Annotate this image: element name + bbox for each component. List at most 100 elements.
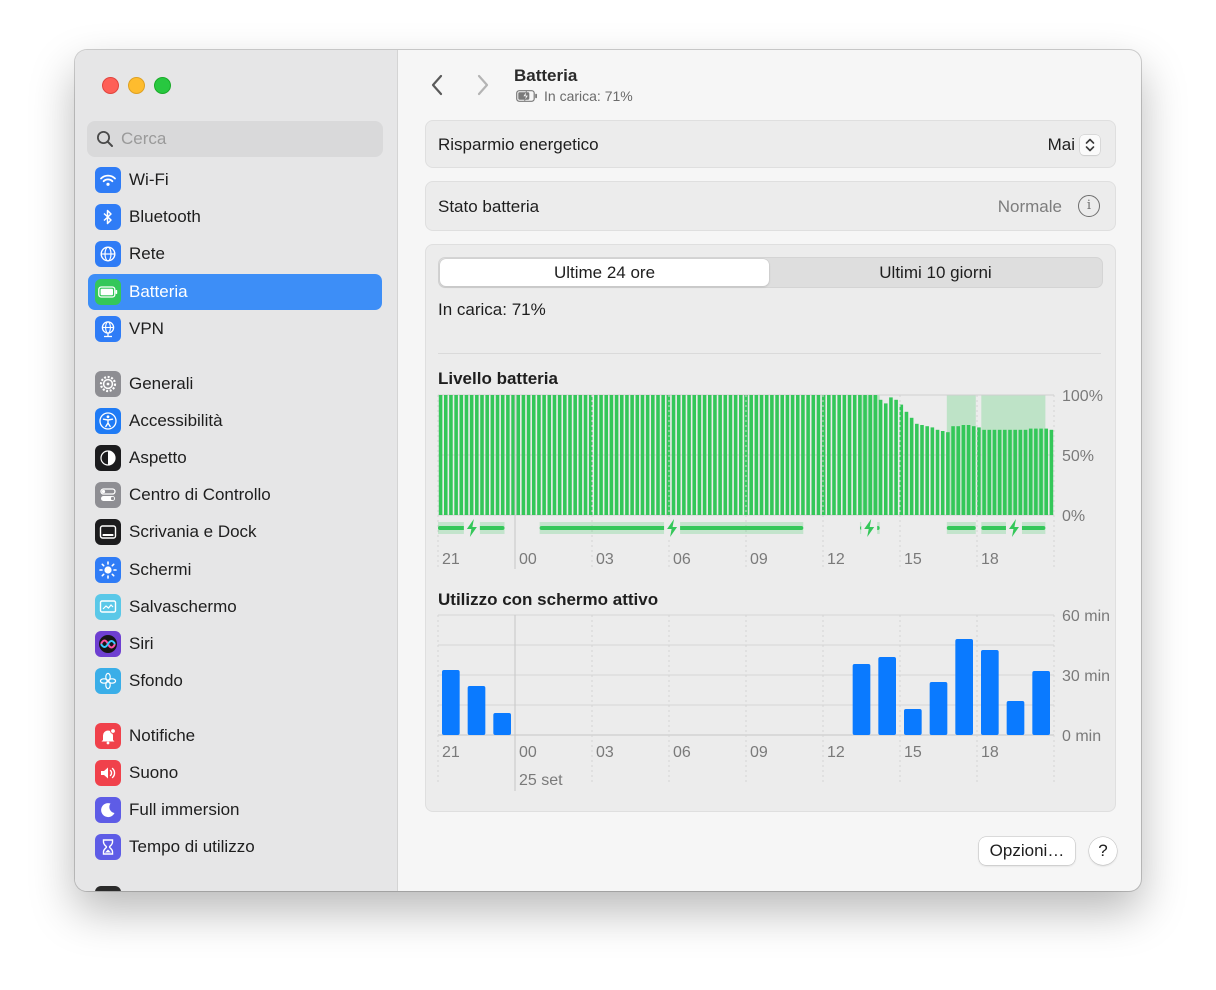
usage-x-tick: 21 [442,744,460,761]
battery-bar [449,395,453,515]
tab-last-10-days[interactable]: Ultimi 10 giorni [770,259,1101,286]
sidebar-item-salvaschermo[interactable]: Salvaschermo [88,589,382,625]
options-button[interactable]: Opzioni… [979,837,1075,865]
battery-bar [971,426,976,515]
help-button[interactable]: ? [1089,837,1117,865]
battery-bar [883,403,888,515]
usage-x-tick: 12 [827,744,845,761]
close-window-button[interactable] [102,77,119,94]
sidebar-item-cutoff-icon [95,886,121,891]
sidebar-item-label: Siri [129,634,154,653]
usage-x-tick: 18 [981,744,999,761]
sidebar-item-wi-fi[interactable]: Wi-Fi [88,162,382,198]
battery-bar [594,395,598,515]
sidebar-item-batteria[interactable]: Batteria [88,274,382,310]
battery-bar [671,395,676,515]
battery-bar [873,395,878,515]
sidebar-item-label: Rete [129,244,165,263]
battery-bar [827,395,831,515]
battery-bar [733,395,738,515]
battery-bar [987,429,992,515]
sidebar-item-suono[interactable]: Suono [88,755,382,791]
search-input[interactable] [121,121,371,157]
sidebar-item-generali[interactable]: Generali [88,366,382,402]
usage-bar [955,639,973,735]
battery-bar [557,395,562,515]
battery-bar [464,395,469,515]
sidebar-item-scrivania-e-dock[interactable]: Scrivania e Dock [88,514,382,550]
usage-x-tick: 06 [673,744,691,761]
battery-bar [821,395,826,515]
battery-bar [930,427,935,515]
sidebar-item-aspetto[interactable]: Aspetto [88,440,382,476]
sun-icon [95,557,121,583]
speaker-icon [95,760,121,786]
accessibility-icon [95,408,121,434]
battery-bar [847,395,852,515]
battery-bar [1028,428,1033,515]
battery-bar [531,395,536,515]
sidebar-item-siri[interactable]: Siri [88,626,382,662]
sidebar-item-rete[interactable]: Rete [88,236,382,272]
energy-saver-value[interactable]: Mai [1048,135,1075,155]
sidebar-item-label: Accessibilità [129,411,223,430]
flower-icon [95,668,121,694]
battery-bar [842,395,847,515]
energy-saver-label: Risparmio energetico [438,135,599,154]
battery-bar [997,429,1002,515]
battery-bar [454,395,458,515]
battery-x-tick: 03 [596,551,614,568]
battery-bar [552,395,557,515]
battery-bar [666,395,671,515]
usage-bar [878,657,896,735]
back-button[interactable] [425,72,451,98]
battery-bar [516,395,521,515]
sidebar-item-sfondo[interactable]: Sfondo [88,663,382,699]
battery-bar [1039,428,1043,515]
forward-button[interactable] [470,72,496,98]
battery-bar [966,425,971,515]
battery-bar [951,426,955,515]
energy-saver-stepper[interactable] [1080,135,1100,155]
gear-icon [95,371,121,397]
battery-bar [940,431,945,515]
sidebar-item-bluetooth[interactable]: Bluetooth [88,199,382,235]
battery-bar [718,395,722,515]
battery-bar [837,395,841,515]
sidebar-item-label: VPN [129,319,164,338]
battery-bar [640,395,645,515]
tab-last-24-hours[interactable]: Ultime 24 ore [440,259,769,286]
minimize-window-button[interactable] [128,77,145,94]
battery-bar [645,395,650,515]
battery-bar [728,395,733,515]
sidebar-item-accessibilit[interactable]: Accessibilità [88,403,382,439]
info-icon[interactable]: i [1078,195,1100,217]
battery-bar [661,395,665,515]
sidebar-item-centro-di-controllo[interactable]: Centro di Controllo [88,477,382,513]
time-range-segmented-control: Ultime 24 ore Ultimi 10 giorni [438,257,1103,288]
sidebar-item-tempo-di-utilizzo[interactable]: Tempo di utilizzo [88,829,382,865]
usage-date-label: 25 set [519,772,563,789]
sidebar-item-label: Scrivania e Dock [129,522,257,541]
battery-bar [780,395,785,515]
battery-x-tick: 18 [981,551,999,568]
sidebar-item-label: Salvaschermo [129,597,237,616]
battery-bar [868,395,873,515]
battery-bar [1049,429,1054,515]
sidebar-item-full-immersion[interactable]: Full immersion [88,792,382,828]
vpn-globe-icon [95,316,121,342]
battery-health-row: Stato batteria Normale i [425,181,1116,231]
battery-bar [713,395,717,515]
sidebar-item-label: Centro di Controllo [129,485,271,504]
usage-x-tick: 09 [750,744,768,761]
sidebar-item-vpn[interactable]: VPN [88,311,382,347]
sidebar-item-notifiche[interactable]: Notifiche [88,718,382,754]
usage-bar [493,713,511,735]
battery-bar [656,395,660,515]
battery-bar [785,395,790,515]
battery-icon [95,279,121,305]
battery-bar [992,429,997,515]
zoom-window-button[interactable] [154,77,171,94]
search-field[interactable] [87,121,383,157]
sidebar-item-schermi[interactable]: Schermi [88,552,382,588]
